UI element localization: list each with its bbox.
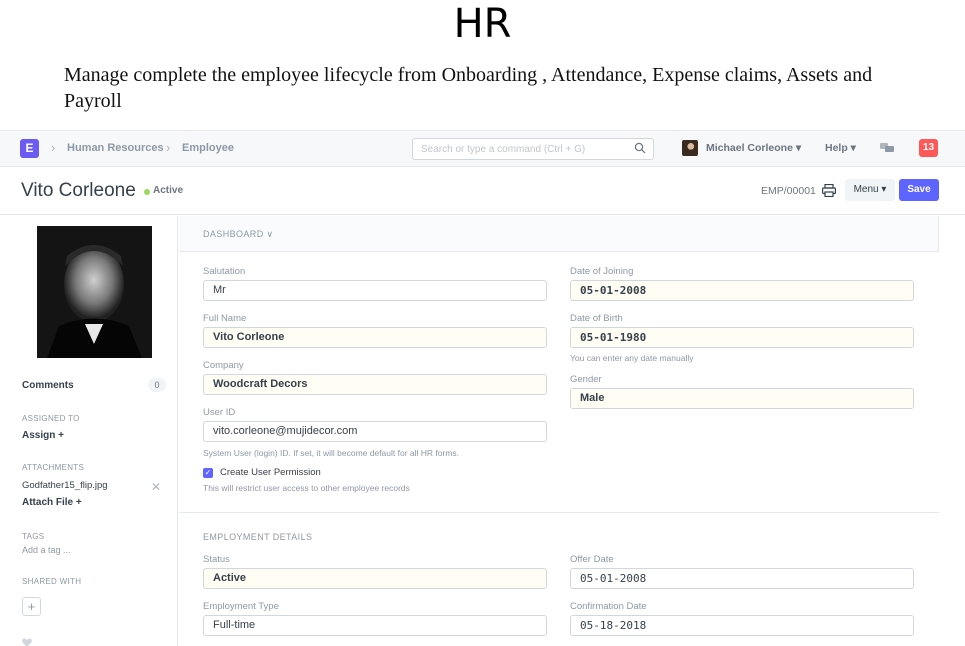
company-label: Company <box>203 360 244 371</box>
employment-type-label: Employment Type <box>203 601 279 612</box>
user-id-help: System User (login) ID. If set, it will … <box>203 448 460 458</box>
assigned-to-label: ASSIGNED TO <box>22 414 80 423</box>
search-input[interactable] <box>421 142 621 156</box>
chevron-right-icon: › <box>51 140 56 155</box>
form-sidebar: Comments 0 ASSIGNED TO Assign + ATTACHME… <box>0 216 178 646</box>
company-field[interactable]: Woodcraft Decors <box>203 374 547 395</box>
salutation-field[interactable]: Mr <box>203 280 547 301</box>
date-of-joining-field[interactable]: 05-01-2008 <box>570 280 914 301</box>
app-window: E › Human Resources › Employee Michael C… <box>0 130 965 646</box>
confirmation-date-field[interactable]: 05-18-2018 <box>570 615 914 636</box>
close-icon[interactable]: ✕ <box>151 480 161 494</box>
user-avatar[interactable] <box>682 140 698 156</box>
offer-date-field[interactable]: 05-01-2008 <box>570 568 914 589</box>
assign-button[interactable]: Assign + <box>22 430 64 441</box>
dashboard-section[interactable]: DASHBOARD ∨ <box>179 216 939 252</box>
date-of-birth-label: Date of Birth <box>570 313 623 324</box>
full-name-label: Full Name <box>203 313 247 324</box>
employment-details-heading: EMPLOYMENT DETAILS <box>203 532 313 542</box>
dashboard-toggle[interactable]: DASHBOARD ∨ <box>203 229 274 240</box>
help-menu[interactable]: Help ▾ <box>825 142 856 154</box>
breadcrumb-human-resources[interactable]: Human Resources <box>67 142 164 154</box>
search-box[interactable] <box>412 138 654 160</box>
slide-title: HR <box>453 1 512 47</box>
status-label: Status <box>203 554 230 565</box>
save-button[interactable]: Save <box>899 179 939 201</box>
employment-type-field[interactable]: Full-time <box>203 615 547 636</box>
app-logo[interactable]: E <box>20 139 39 158</box>
navbar: E › Human Resources › Employee Michael C… <box>0 131 965 167</box>
status-badge: Active <box>153 185 184 196</box>
page-title: Vito Corleone <box>21 180 136 201</box>
salutation-label: Salutation <box>203 266 246 277</box>
date-of-joining-label: Date of Joining <box>570 266 634 277</box>
user-id-label: User ID <box>203 407 236 418</box>
tags-label: TAGS <box>22 532 45 541</box>
confirmation-date-label: Confirmation Date <box>570 601 647 612</box>
shared-with-label: SHARED WITH <box>22 577 82 586</box>
offer-date-label: Offer Date <box>570 554 614 565</box>
share-add-button[interactable]: + <box>22 597 41 616</box>
user-id-field[interactable]: vito.corleone@mujidecor.com <box>203 421 547 442</box>
date-help: You can enter any date manually <box>570 353 694 363</box>
full-name-field[interactable]: Vito Corleone <box>203 327 547 348</box>
create-permission-label[interactable]: Create User Permission <box>220 467 321 478</box>
gender-field[interactable]: Male <box>570 388 914 409</box>
attach-file-button[interactable]: Attach File + <box>22 497 82 508</box>
chat-icon[interactable] <box>880 142 894 154</box>
form-main: DASHBOARD ∨ Salutation Mr Full Name Vito… <box>179 216 939 646</box>
notification-badge[interactable]: 13 <box>919 139 938 157</box>
print-icon[interactable] <box>822 184 836 197</box>
attachments-label: ATTACHMENTS <box>22 463 85 472</box>
slide-description: Manage complete the employee lifecycle f… <box>64 64 873 112</box>
chevron-right-icon: › <box>166 140 171 155</box>
status-indicator-icon <box>144 189 150 195</box>
section-divider <box>179 512 939 513</box>
status-field[interactable]: Active <box>203 568 547 589</box>
add-tag-input[interactable]: Add a tag ... <box>22 545 71 555</box>
create-permission-help: This will restrict user access to other … <box>203 483 410 493</box>
menu-button[interactable]: Menu ▾ <box>845 179 895 201</box>
record-id: EMP/00001 <box>761 185 816 197</box>
employee-photo[interactable] <box>37 226 152 358</box>
gender-label: Gender <box>570 374 602 385</box>
create-permission-checkbox[interactable]: ✓ <box>203 468 213 478</box>
date-of-birth-field[interactable]: 05-01-1980 <box>570 327 914 348</box>
search-icon[interactable] <box>634 142 646 154</box>
comments-count: 0 <box>148 378 166 392</box>
heart-icon[interactable] <box>22 638 32 646</box>
page-head: Vito Corleone Active EMP/00001 Menu ▾ Sa… <box>0 168 965 215</box>
breadcrumb-employee[interactable]: Employee <box>182 142 234 154</box>
comments-label[interactable]: Comments <box>22 380 74 391</box>
user-menu[interactable]: Michael Corleone ▾ <box>706 142 801 154</box>
attachment-link[interactable]: Godfather15_flip.jpg <box>22 480 108 491</box>
